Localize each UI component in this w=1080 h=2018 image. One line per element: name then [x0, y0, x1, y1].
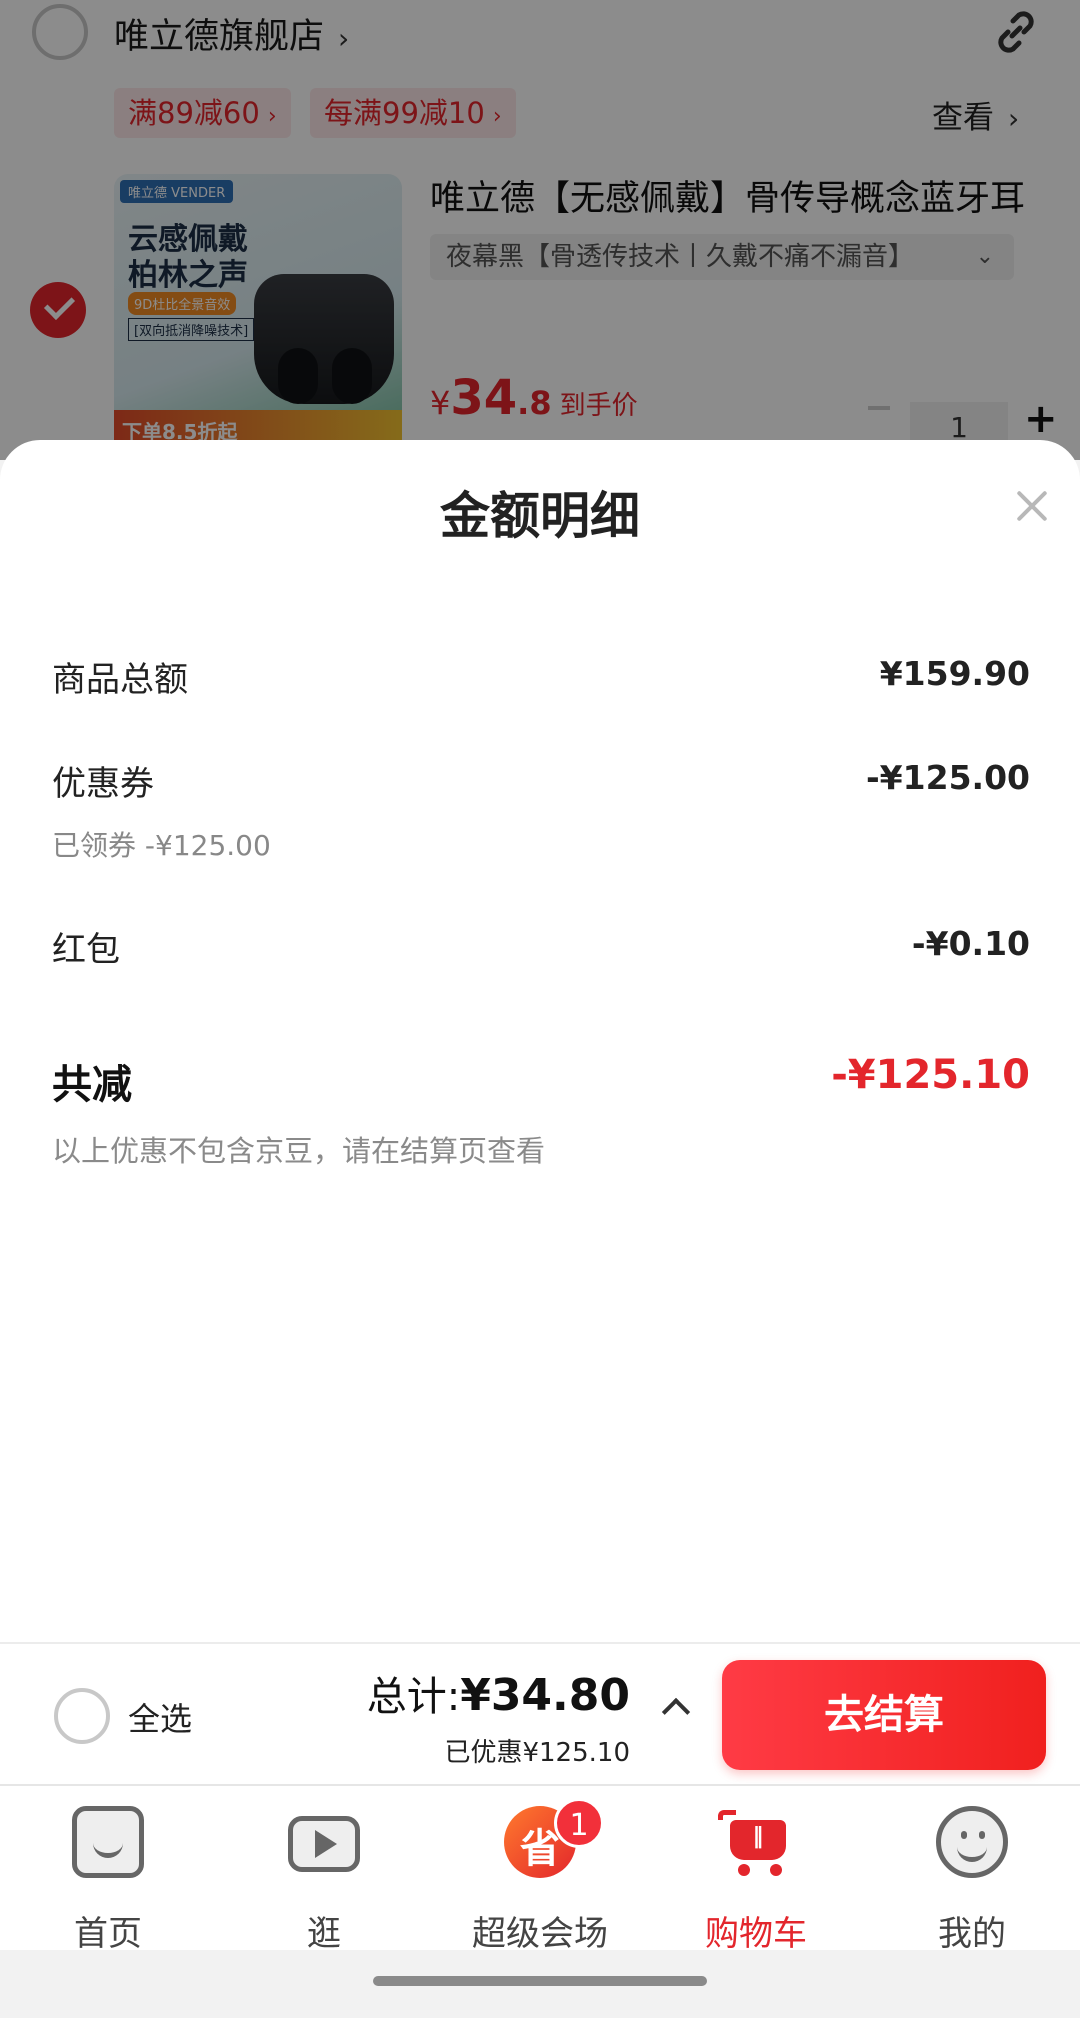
quantity-increase-button[interactable]: + [1024, 396, 1058, 442]
link-icon [998, 11, 1034, 53]
image-tag: [双向抵消降噪技术] [128, 318, 255, 341]
sku-selector[interactable]: 夜幕黑【骨透传技术丨久戴不痛不漏音】 ⌄ [430, 234, 1014, 280]
store-select-checkbox[interactable] [32, 4, 88, 60]
profile-icon [936, 1806, 1008, 1878]
red-packet-value: -¥0.10 [911, 924, 1030, 963]
order-total: 总计:¥34.80 [367, 1664, 630, 1722]
price-integer: 34 [450, 370, 518, 426]
tab-profile[interactable]: 我的 [864, 1786, 1080, 1954]
tab-super-venue[interactable]: 省 1 超级会场 [432, 1786, 648, 1954]
total-discount-label: 共减 [52, 1062, 132, 1108]
cart-wheel [770, 1864, 782, 1876]
product-image[interactable]: 唯立德 VENDER 云感佩戴 柏林之声 9D杜比全景音效 [双向抵消降噪技术]… [114, 174, 402, 460]
image-headline: 云感佩戴 柏林之声 [128, 222, 248, 294]
tab-home[interactable]: 首页 [0, 1786, 216, 1954]
tab-label: 购物车 [705, 1914, 807, 1954]
coupon-label: 优惠券 [52, 764, 154, 804]
coupon-note: 已领券 -¥125.00 [52, 829, 271, 862]
sheet-title: 金额明细 [440, 487, 640, 545]
price-label: 到手价 [559, 391, 638, 421]
product-price: ¥34.8 到手价 [430, 370, 638, 426]
image-headline-line: 云感佩戴 [128, 222, 248, 257]
earbud-graphic [332, 348, 372, 404]
tab-label: 超级会场 [472, 1914, 608, 1954]
tab-cart[interactable]: 购物车 [648, 1786, 864, 1954]
image-tag: 9D杜比全景音效 [128, 292, 237, 315]
tab-label: 首页 [74, 1914, 142, 1954]
view-promos-link[interactable]: 查看 › [932, 92, 1019, 137]
chevron-down-icon: ⌄ [975, 244, 994, 269]
close-icon[interactable] [1012, 486, 1052, 526]
store-name[interactable]: 唯立德旗舰店 › [114, 8, 349, 59]
home-icon [72, 1806, 144, 1878]
promo-tag-2[interactable]: 每满99减10 › [310, 88, 516, 138]
store-name-text: 唯立德旗舰店 [114, 17, 325, 57]
cart-background: 唯立德旗舰店 › 满89减60 › 每满99减10 › 查看 › 唯立德 VENDER … [0, 0, 1080, 460]
quantity-decrease-button[interactable] [868, 406, 890, 410]
promo-tag-1[interactable]: 满89减60 › [114, 88, 291, 138]
total-label: 总计: [366, 1674, 461, 1720]
total-discount-value: -¥125.10 [831, 1052, 1030, 1098]
coupon-value: -¥125.00 [865, 758, 1030, 797]
cart-wheel [738, 1864, 750, 1876]
cart-handle [718, 1810, 736, 1820]
total-amount: ¥34.80 [460, 1670, 630, 1721]
chevron-up-icon[interactable] [660, 1692, 688, 1720]
chevron-right-icon: › [338, 22, 350, 55]
promo-label: 满89减60 [128, 96, 260, 130]
chevron-right-icon: › [492, 104, 502, 129]
price-decimal: .8 [517, 384, 552, 422]
system-navigation-bar [0, 1950, 1080, 2018]
chevron-right-icon: › [267, 104, 277, 129]
store-header[interactable]: 唯立德旗舰店 › [0, 0, 1080, 64]
promo-label: 每满99减10 [324, 96, 485, 130]
saved-amount: 已优惠¥125.10 [444, 1738, 630, 1768]
red-packet-label: 红包 [52, 930, 120, 970]
bottom-tab-bar: 首页 逛 省 1 超级会场 购物车 我的 [0, 1784, 1080, 1954]
product-title[interactable]: 唯立德【无感佩戴】骨传导概念蓝牙耳 [430, 170, 1025, 221]
checkout-button[interactable]: 去结算 [722, 1660, 1046, 1770]
sku-label: 夜幕黑【骨透传技术丨久戴不痛不漏音】 [446, 242, 915, 272]
tab-label: 我的 [938, 1914, 1006, 1954]
cart-icon [718, 1806, 792, 1878]
notification-badge: 1 [554, 1798, 604, 1848]
select-all-checkbox[interactable] [54, 1688, 110, 1744]
tab-browse[interactable]: 逛 [216, 1786, 432, 1954]
share-link-button[interactable] [948, 0, 1080, 84]
currency-symbol: ¥ [430, 384, 451, 422]
select-all-label[interactable]: 全选 [128, 1694, 192, 1740]
brand-tag: 唯立德 VENDER [120, 180, 234, 203]
goods-total-value: ¥159.90 [879, 654, 1030, 693]
home-indicator[interactable] [373, 1976, 707, 1986]
earbuds-case-graphic [254, 274, 394, 404]
earbud-graphic [278, 348, 318, 404]
cart-basket [730, 1820, 786, 1860]
checkout-bar: 全选 总计:¥34.80 已优惠¥125.10 去结算 [0, 1642, 1080, 1784]
item-selected-checkbox[interactable] [30, 282, 86, 338]
goods-total-label: 商品总额 [52, 660, 188, 700]
view-label: 查看 [932, 100, 994, 136]
video-icon [288, 1816, 360, 1872]
tab-label: 逛 [307, 1914, 341, 1954]
discount-footnote: 以上优惠不包含京豆，请在结算页查看 [52, 1134, 546, 1168]
chevron-right-icon: › [1008, 102, 1020, 135]
amount-detail-sheet: 金额明细 商品总额 ¥159.90 优惠券 -¥125.00 已领券 -¥125… [0, 440, 1080, 1642]
image-headline-line: 柏林之声 [128, 258, 248, 293]
